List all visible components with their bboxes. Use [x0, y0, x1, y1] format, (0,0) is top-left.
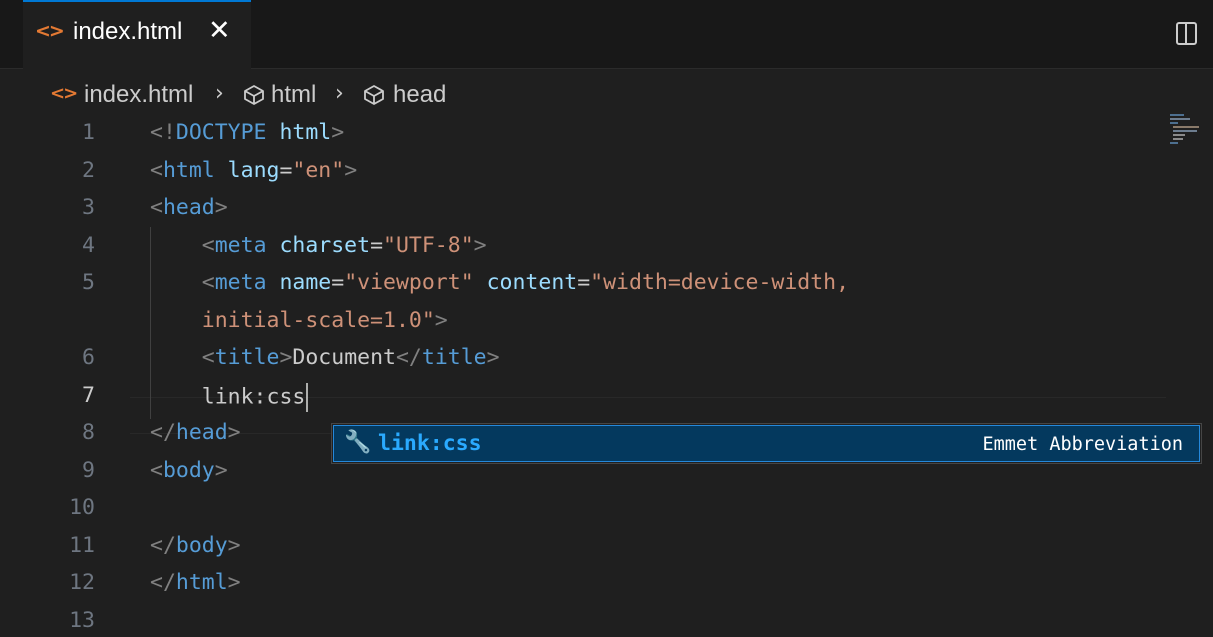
line-number: 3 [82, 195, 95, 220]
line-number: 9 [82, 457, 95, 483]
code-token: > [227, 420, 241, 445]
suggest-widget: 🔧 link:css Emmet Abbreviation [331, 423, 1202, 464]
code-line: <meta charset="UTF-8"> [150, 233, 487, 258]
code-token: > [434, 307, 448, 333]
code-token: </ [395, 345, 422, 370]
html-file-icon: <> [50, 83, 78, 104]
code-token: "UTF-8" [383, 232, 474, 258]
code-token: > [214, 457, 228, 483]
line-number: 4 [82, 232, 95, 258]
line-number: 2 [82, 157, 95, 183]
split-editor-icon[interactable] [1176, 22, 1197, 45]
line-number: 10 [69, 495, 95, 520]
breadcrumb-item-html[interactable]: html [271, 81, 316, 109]
code-token: DOCTYPE [175, 120, 267, 145]
code-token: = [279, 157, 293, 183]
line-number: 1 [82, 120, 95, 145]
code-token: > [344, 157, 358, 183]
code-token: meta [214, 270, 267, 295]
code-token: html [175, 570, 228, 595]
code-token: body [175, 532, 228, 558]
code-token: "width=device-width, [590, 270, 850, 295]
code-token: < [150, 270, 215, 295]
editor-tab-bar: <> index.html ✕ [0, 0, 1213, 69]
code-token: html [162, 157, 215, 183]
line-number: 12 [69, 570, 95, 595]
code-token: meta [214, 232, 267, 258]
suggestion-detail: Emmet Abbreviation [982, 434, 1183, 455]
code-token: = [577, 270, 591, 295]
code-token: content [473, 270, 578, 295]
cube-icon [364, 85, 384, 105]
code-token: < [150, 457, 163, 483]
code-token: </ [150, 420, 176, 445]
code-token: < [150, 195, 163, 220]
code-token: "en" [292, 157, 345, 183]
code-token: link:css [150, 384, 306, 409]
line-number: 11 [69, 532, 95, 558]
code-token: < [150, 232, 215, 258]
code-token: html [266, 120, 332, 145]
cube-icon [244, 85, 264, 105]
code-token: > [331, 120, 345, 145]
line-number: 7 [82, 382, 95, 408]
code-token: "viewport" [344, 270, 474, 295]
line-number: 5 [82, 270, 95, 295]
code-token: title [214, 345, 280, 370]
chevron-right-icon: › [335, 81, 344, 106]
breadcrumb-item-head[interactable]: head [393, 81, 446, 109]
code-token: head [162, 195, 215, 220]
minimap[interactable] [1170, 114, 1200, 148]
code-token: initial-scale=1.0" [150, 307, 435, 333]
code-token: name [266, 270, 332, 295]
code-token: title [421, 345, 487, 370]
code-token: > [214, 195, 228, 220]
tab-index-html[interactable]: <> index.html ✕ [23, 0, 251, 69]
close-icon[interactable]: ✕ [208, 15, 231, 46]
code-token: > [227, 570, 241, 595]
tab-title[interactable]: index.html [73, 18, 182, 46]
code-line: initial-scale=1.0"> [150, 308, 448, 333]
code-token: = [331, 270, 345, 295]
code-token: > [473, 232, 487, 258]
suggestion-label: link:css [378, 431, 482, 456]
chevron-right-icon: › [215, 81, 224, 106]
line-number: 8 [82, 420, 95, 445]
code-token: > [279, 345, 293, 370]
code-token: charset [266, 232, 371, 258]
line-number: 13 [69, 607, 95, 633]
line-number: 6 [82, 345, 95, 370]
code-token: Document [292, 345, 396, 370]
code-line: </head> [150, 420, 241, 445]
code-token: lang [214, 157, 280, 183]
code-token: <! [150, 120, 176, 145]
wrench-icon: 🔧 [344, 430, 372, 455]
breadcrumb-file[interactable]: index.html [84, 81, 193, 109]
code-token: head [175, 420, 228, 445]
code-line: <body> [150, 458, 228, 483]
code-line: <html lang="en"> [150, 158, 357, 183]
code-token: = [370, 232, 384, 258]
text-cursor [306, 382, 309, 412]
code-token: < [150, 345, 215, 370]
code-token: < [150, 157, 163, 183]
code-token: > [486, 345, 500, 370]
breadcrumb: <> index.html › html › head [0, 70, 1213, 116]
code-token: body [162, 457, 215, 483]
code-editor[interactable]: 1 <!DOCTYPE html> 2 <html lang="en"> 3 <head>… [0, 116, 1213, 637]
code-line: <head> [150, 195, 228, 220]
suggestion-item[interactable]: 🔧 link:css Emmet Abbreviation [333, 425, 1200, 462]
code-token: </ [150, 570, 176, 595]
code-line: </body> [150, 533, 241, 558]
code-token: </ [150, 532, 176, 558]
html-file-icon: <> [35, 20, 65, 42]
code-line: <meta name="viewport" content="width=dev… [150, 270, 849, 295]
code-token: > [227, 532, 241, 558]
code-line: link:css [150, 382, 309, 412]
code-line: </html> [150, 570, 241, 595]
code-line: <title>Document</title> [150, 345, 500, 370]
code-line: <!DOCTYPE html> [150, 120, 344, 145]
